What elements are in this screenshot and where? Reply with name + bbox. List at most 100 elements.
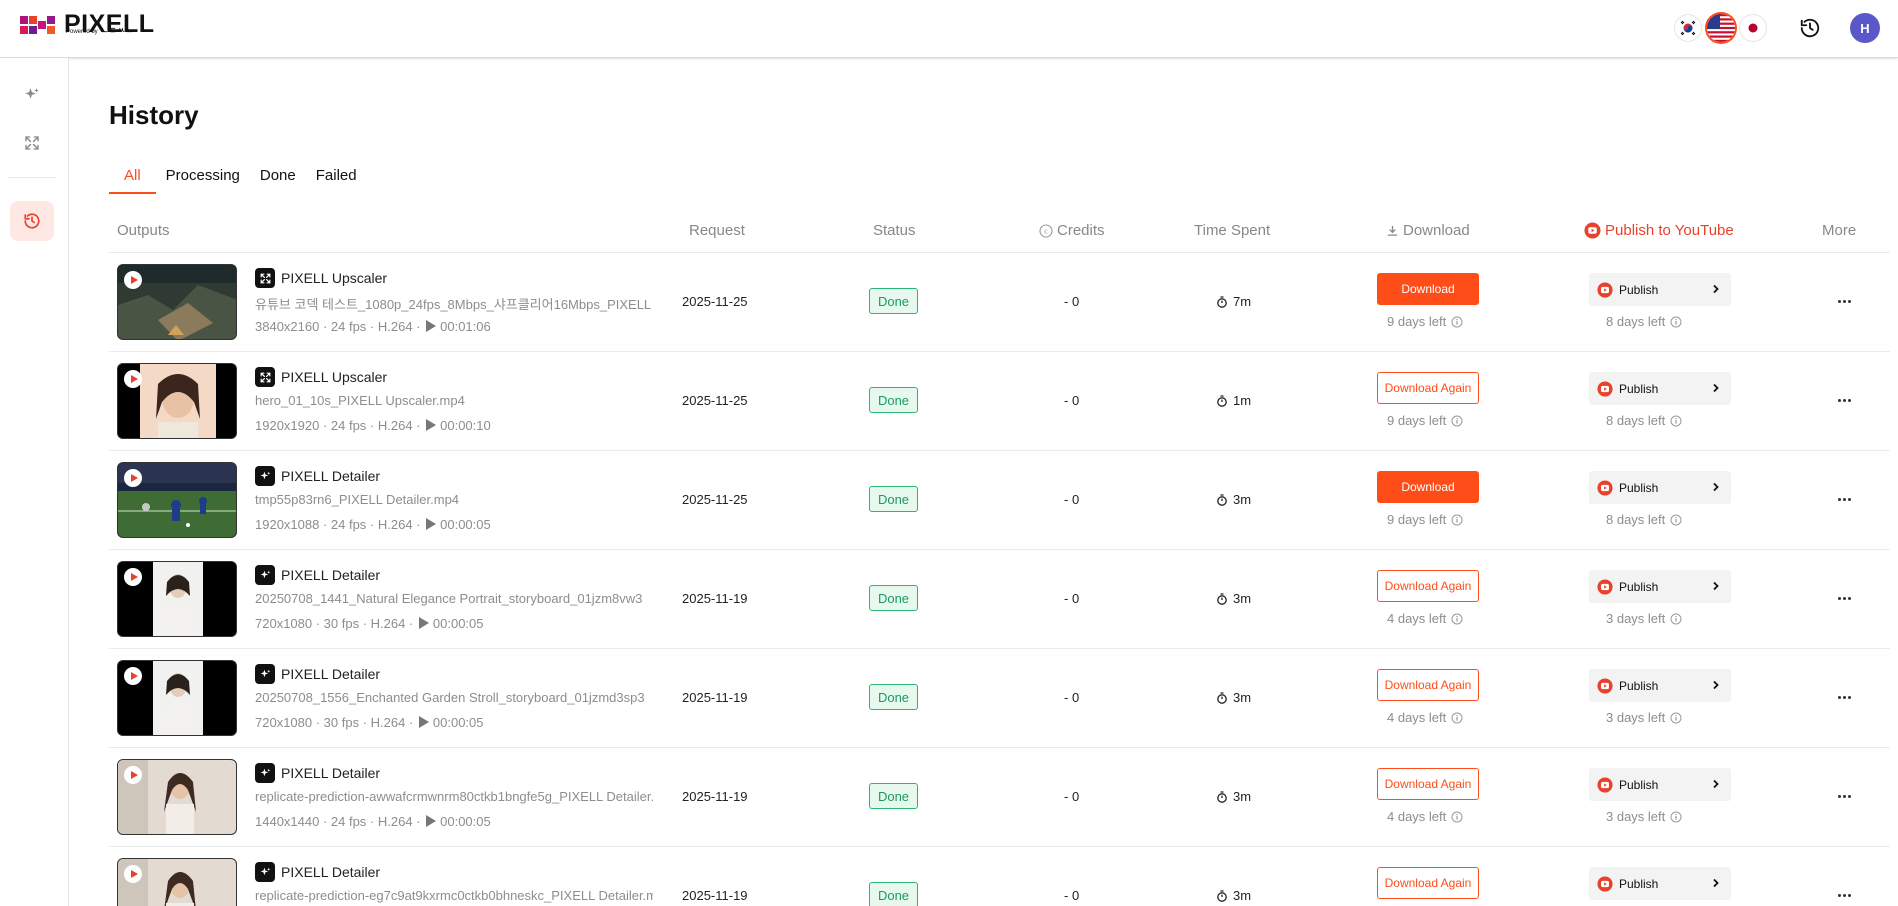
tab-all[interactable]: All	[109, 162, 156, 194]
video-duration: 00:01:06	[440, 319, 491, 334]
video-thumbnail[interactable]	[117, 759, 237, 835]
download-icon	[1387, 225, 1398, 236]
play-icon[interactable]	[124, 469, 142, 487]
tab-done[interactable]: Done	[250, 162, 306, 194]
video-thumbnail[interactable]	[117, 363, 237, 439]
video-duration: 00:00:05	[432, 715, 484, 730]
top-bar: PIXELL Powered by ㄴㅌㅆㄴ H	[0, 0, 1898, 58]
info-icon[interactable]	[1451, 613, 1463, 625]
info-icon[interactable]	[1451, 811, 1463, 823]
time-spent: 3m	[1216, 789, 1251, 804]
flag-usa-icon[interactable]	[1707, 14, 1735, 42]
video-meta: 1440x1440 · 24 fps · H.264 · 00:00:05	[255, 814, 491, 829]
more-options-button[interactable]	[1834, 489, 1854, 509]
play-icon[interactable]	[124, 568, 142, 586]
sparkle-icon	[255, 565, 275, 585]
sparkle-icon	[255, 466, 275, 486]
more-options-button[interactable]	[1834, 390, 1854, 410]
info-icon[interactable]	[1451, 316, 1463, 328]
publish-days-left: 3 days left	[1606, 710, 1682, 725]
publish-button[interactable]: Publish	[1589, 570, 1731, 603]
request-date: 2025-11-25	[682, 294, 748, 309]
download-button[interactable]: Download	[1377, 273, 1479, 305]
header-actions: H	[1675, 0, 1898, 56]
tool-name: PIXELL Detailer	[255, 466, 380, 486]
request-date: 2025-11-25	[682, 393, 748, 408]
tab-failed[interactable]: Failed	[306, 162, 367, 194]
more-options-button[interactable]	[1834, 885, 1854, 905]
chevron-right-icon	[1711, 482, 1721, 492]
video-thumbnail[interactable]	[117, 462, 237, 538]
publish-days-left: 3 days left	[1606, 809, 1682, 824]
publish-button[interactable]: Publish	[1589, 867, 1731, 900]
header-download-label: Download	[1403, 222, 1470, 239]
download-button[interactable]: Download Again	[1377, 768, 1479, 800]
publish-button[interactable]: Publish	[1589, 669, 1731, 702]
play-icon[interactable]	[124, 865, 142, 883]
tab-processing[interactable]: Processing	[156, 162, 250, 194]
table-row: PIXELL Upscaler 유튜브 코덱 테스트_1080p_24fps_8M…	[109, 253, 1890, 352]
credits-value: - 0	[1064, 294, 1080, 309]
tool-label: PIXELL Detailer	[281, 468, 381, 484]
sidebar-item-detailer[interactable]	[10, 75, 54, 115]
status-badge: Done	[869, 486, 918, 512]
download-days-left: 9 days left	[1387, 314, 1463, 329]
timer-icon	[1216, 889, 1233, 902]
time-spent: 3m	[1216, 690, 1251, 705]
info-icon[interactable]	[1670, 415, 1682, 427]
video-specs: 1920x1088 · 24 fps · H.264 ·	[255, 517, 421, 532]
download-button[interactable]: Download Again	[1377, 867, 1479, 899]
video-thumbnail[interactable]	[117, 858, 237, 906]
more-options-button[interactable]	[1834, 291, 1854, 311]
publish-button[interactable]: Publish	[1589, 273, 1731, 306]
info-icon[interactable]	[1670, 514, 1682, 526]
expand-icon	[255, 367, 275, 387]
table-row: PIXELL Detailer replicate-prediction-eg7c…	[109, 847, 1890, 906]
info-icon[interactable]	[1670, 613, 1682, 625]
file-name: tmp55p83rn6_PIXELL Detailer.mp4	[255, 492, 460, 507]
play-icon[interactable]	[124, 271, 142, 289]
video-duration: 00:00:05	[440, 517, 491, 532]
youtube-icon	[1597, 875, 1613, 892]
publish-button[interactable]: Publish	[1589, 768, 1731, 801]
info-icon[interactable]	[1670, 811, 1682, 823]
download-button[interactable]: Download	[1377, 471, 1479, 503]
sidebar-item-history[interactable]	[10, 201, 54, 241]
history-icon[interactable]	[1796, 14, 1824, 42]
download-button[interactable]: Download Again	[1377, 570, 1479, 602]
tool-label: PIXELL Detailer	[281, 567, 381, 583]
request-date: 2025-11-19	[682, 690, 748, 705]
flag-korea-icon[interactable]	[1675, 15, 1701, 41]
play-icon[interactable]	[124, 766, 142, 784]
info-icon[interactable]	[1451, 712, 1463, 724]
table-row: PIXELL Detailer replicate-prediction-awwa…	[109, 748, 1890, 847]
sidebar-item-upscaler[interactable]	[10, 123, 54, 163]
expand-icon	[255, 268, 275, 288]
video-thumbnail[interactable]	[117, 264, 237, 340]
download-button[interactable]: Download Again	[1377, 669, 1479, 701]
video-thumbnail[interactable]	[117, 660, 237, 736]
status-badge: Done	[869, 882, 918, 906]
play-icon[interactable]	[124, 667, 142, 685]
video-thumbnail[interactable]	[117, 561, 237, 637]
info-icon[interactable]	[1451, 415, 1463, 427]
flag-japan-icon[interactable]	[1740, 15, 1766, 41]
download-button[interactable]: Download Again	[1377, 372, 1479, 404]
publish-days-left: 8 days left	[1606, 314, 1682, 329]
info-icon[interactable]	[1451, 514, 1463, 526]
info-icon[interactable]	[1670, 712, 1682, 724]
more-options-button[interactable]	[1834, 588, 1854, 608]
avatar[interactable]: H	[1850, 13, 1880, 43]
play-icon[interactable]	[124, 370, 142, 388]
more-options-button[interactable]	[1834, 786, 1854, 806]
publish-button[interactable]: Publish	[1589, 372, 1731, 405]
play-triangle-icon	[426, 320, 437, 332]
publish-button[interactable]: Publish	[1589, 471, 1731, 504]
info-icon[interactable]	[1670, 316, 1682, 328]
status-tabs: All Processing Done Failed	[109, 162, 367, 194]
publish-days-left: 3 days left	[1606, 611, 1682, 626]
timer-icon	[1216, 493, 1233, 506]
header-publish: Publish to YouTube	[1584, 222, 1734, 239]
sidebar-divider	[8, 177, 56, 178]
more-options-button[interactable]	[1834, 687, 1854, 707]
